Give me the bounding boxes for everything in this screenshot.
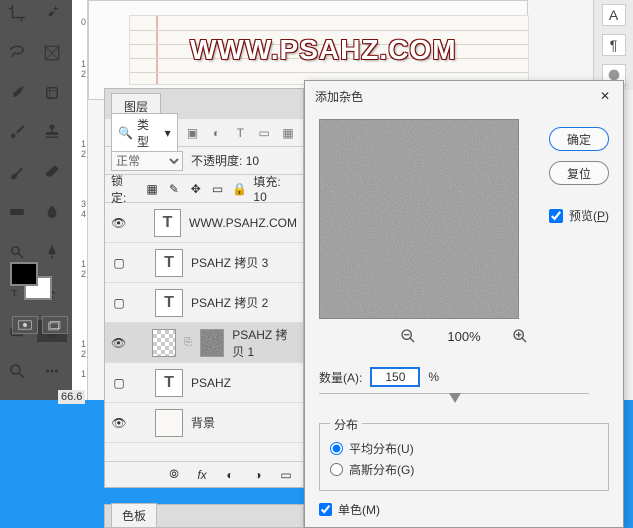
distribution-group: 分布 平均分布(U) 高斯分布(G): [319, 423, 609, 491]
color-swatch[interactable]: [10, 262, 60, 302]
crop-tool[interactable]: [2, 2, 32, 24]
lock-transparent-icon[interactable]: ▦: [144, 181, 160, 197]
preview-checkbox[interactable]: [549, 209, 563, 223]
eyedropper-tool[interactable]: [2, 82, 32, 104]
lock-all-icon[interactable]: 🔒: [232, 181, 248, 197]
add-noise-dialog: 添加杂色 ✕ 确定 复位 预览(P) 100% 数量(A): % 分布 平均分布…: [304, 80, 624, 528]
zoom-tool[interactable]: [2, 360, 32, 382]
screenmode-icon[interactable]: [42, 316, 68, 334]
tools-toolbar: T: [0, 0, 72, 400]
layer-mask-thumb: [200, 329, 224, 357]
dialog-title: 添加杂色: [315, 88, 363, 105]
lock-brush-icon[interactable]: ✎: [166, 181, 182, 197]
visibility-icon[interactable]: 👁: [111, 215, 126, 231]
filter-image-icon[interactable]: ▣: [184, 124, 202, 142]
reset-button[interactable]: 复位: [549, 161, 609, 185]
mask-icon[interactable]: ◐: [221, 466, 239, 484]
amount-input[interactable]: [370, 367, 420, 387]
layer-thumb: T: [155, 369, 183, 397]
adjustment-icon[interactable]: ◑: [249, 466, 267, 484]
filter-smart-icon[interactable]: ▦: [279, 124, 297, 142]
layers-footer: ⦾ fx ◐ ◑ ▭: [105, 461, 303, 487]
visibility-icon[interactable]: ▢: [111, 375, 127, 391]
gaussian-radio[interactable]: [330, 463, 343, 476]
paragraph-panel-icon[interactable]: ¶: [602, 34, 626, 56]
visibility-icon[interactable]: ▢: [111, 255, 127, 271]
layer-thumb: T: [155, 289, 183, 317]
opacity-label: 不透明度: 10: [191, 152, 259, 169]
fx-icon[interactable]: fx: [193, 466, 211, 484]
foreground-color[interactable]: [10, 262, 38, 286]
mesh-tool[interactable]: [37, 42, 67, 64]
layer-row[interactable]: 👁 背景: [105, 403, 303, 443]
filter-text-icon[interactable]: T: [231, 124, 249, 142]
visibility-icon[interactable]: 👁: [111, 415, 127, 431]
monochrome-checkbox[interactable]: [319, 503, 332, 516]
layer-thumb: T: [154, 209, 181, 237]
uniform-radio-row[interactable]: 平均分布(U): [330, 440, 598, 457]
visibility-icon[interactable]: 👁: [111, 335, 126, 351]
eraser-tool[interactable]: [37, 161, 67, 183]
layer-row[interactable]: 👁 T WWW.PSAHZ.COM: [105, 203, 303, 243]
swatch-panel: 色板: [104, 504, 304, 528]
character-panel-icon[interactable]: A: [602, 4, 626, 26]
layer-thumb: [152, 329, 176, 357]
canvas-zoom-label: 66.6: [58, 390, 85, 404]
chevron-down-icon: ▾: [165, 126, 171, 140]
blur-tool[interactable]: [37, 201, 67, 223]
visibility-icon[interactable]: ▢: [111, 295, 127, 311]
wand-tool[interactable]: [37, 2, 67, 24]
filter-adjust-icon[interactable]: ◐: [208, 124, 226, 142]
pen-tool[interactable]: [37, 241, 67, 263]
dodge-tool[interactable]: [2, 241, 32, 263]
swatch-tab[interactable]: 色板: [111, 503, 157, 527]
layer-filter-select[interactable]: 🔍 类型 ▾: [111, 113, 178, 153]
amount-unit: %: [428, 370, 439, 384]
layer-thumb: T: [155, 249, 183, 277]
layer-thumb: [155, 409, 183, 437]
ok-button[interactable]: 确定: [549, 127, 609, 151]
lock-artboard-icon[interactable]: ▭: [210, 181, 226, 197]
noise-preview: [319, 119, 519, 319]
close-icon[interactable]: ✕: [597, 88, 613, 104]
search-icon: 🔍: [118, 126, 133, 140]
monochrome-row[interactable]: 单色(M): [319, 501, 609, 518]
stamp-tool[interactable]: [37, 121, 67, 143]
blend-mode-select[interactable]: 正常: [111, 151, 183, 171]
amount-slider[interactable]: [319, 393, 589, 409]
link-icon: ⎘: [184, 337, 192, 348]
logo-text: WWW.PSAHZ.COM: [190, 34, 457, 66]
filter-shape-icon[interactable]: ▭: [255, 124, 273, 142]
history-brush-tool[interactable]: [2, 161, 32, 183]
layer-row[interactable]: 👁 ⎘ PSAHZ 拷贝 1: [105, 323, 303, 363]
layer-row[interactable]: ▢ T PSAHZ: [105, 363, 303, 403]
zoom-in-icon[interactable]: [511, 327, 529, 345]
folder-icon[interactable]: ▭: [277, 466, 295, 484]
document-paper: WWW.PSAHZ.COM: [129, 15, 529, 85]
slider-thumb[interactable]: [449, 393, 461, 403]
patch-tool[interactable]: [37, 82, 67, 104]
layer-row[interactable]: ▢ T PSAHZ 拷贝 2: [105, 283, 303, 323]
uniform-radio[interactable]: [330, 442, 343, 455]
zoom-out-icon[interactable]: [399, 327, 417, 345]
right-sidebar: A ¶: [593, 0, 633, 90]
quickmask-icon[interactable]: [12, 316, 38, 334]
brush-tool[interactable]: [2, 121, 32, 143]
lock-move-icon[interactable]: ✥: [188, 181, 204, 197]
zoom-value: 100%: [447, 329, 480, 344]
layer-row[interactable]: ▢ T PSAHZ 拷贝 3: [105, 243, 303, 283]
lasso-tool[interactable]: [2, 42, 32, 64]
gradient-tool[interactable]: [2, 201, 32, 223]
amount-label: 数量(A):: [319, 369, 362, 386]
gaussian-radio-row[interactable]: 高斯分布(G): [330, 461, 598, 478]
link-layers-icon[interactable]: ⦾: [165, 466, 183, 484]
ruler-vertical: 0 1 2 1 2 3 4 1 2 1 2 1: [72, 0, 88, 400]
preview-checkbox-row[interactable]: 预览(P): [549, 207, 609, 224]
more-tool[interactable]: [37, 360, 67, 382]
layers-panel: 图层 🔍 类型 ▾ ▣ ◐ T ▭ ▦ 正常 不透明度: 10 锁定: ▦ ✎ …: [104, 88, 304, 488]
